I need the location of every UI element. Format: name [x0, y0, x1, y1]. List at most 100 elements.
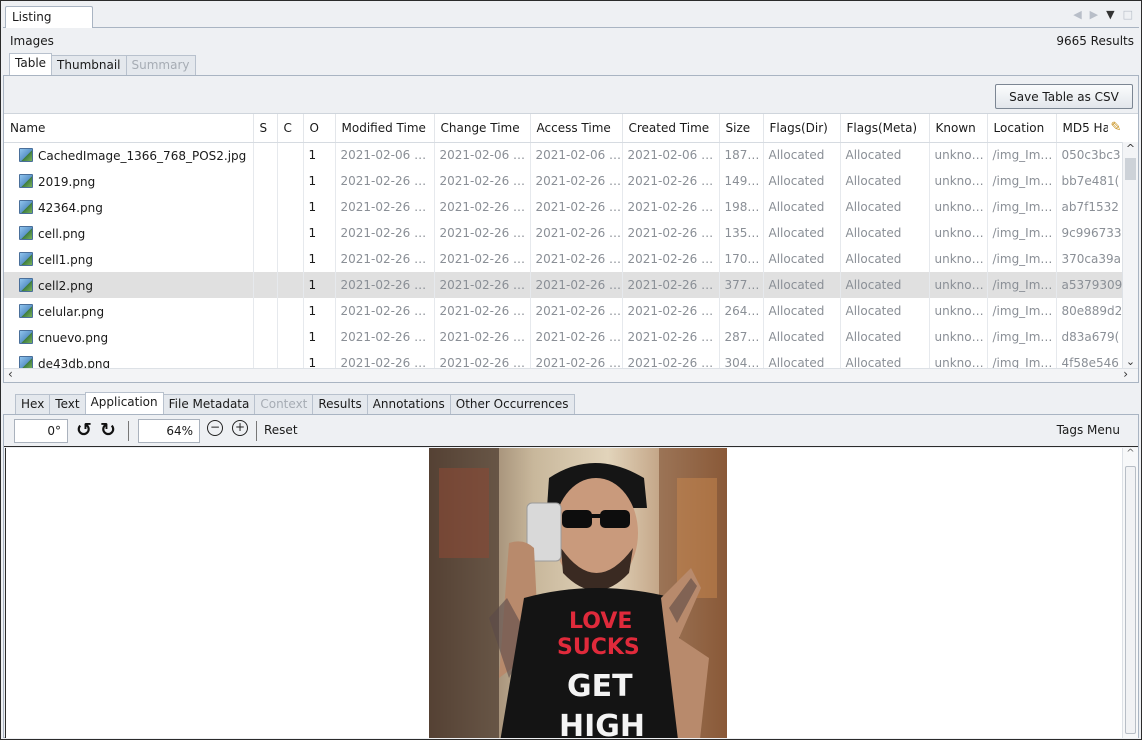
cell-location: /img_Im… [987, 142, 1057, 168]
tab-file-metadata[interactable]: File Metadata [162, 394, 256, 414]
shirt-text-line-3: GET [567, 669, 633, 704]
rotate-left-icon[interactable]: ↺ [76, 419, 92, 441]
window-controls: ◀ ▶ ▼ □ [1073, 8, 1133, 21]
column-chooser-icon[interactable]: ✎ [1108, 114, 1124, 141]
cell-name[interactable]: CachedImage_1366_768_POS2.jpg [4, 142, 254, 168]
cell-name[interactable]: cell.png [4, 220, 254, 246]
table-vertical-scrollbar[interactable]: ^ ⌄ [1122, 142, 1138, 368]
cell-md5-hash: a5379309 [1056, 272, 1124, 298]
zoom-in-icon[interactable]: + [232, 420, 248, 436]
zoom-out-icon[interactable]: − [207, 420, 223, 436]
table-row[interactable]: CachedImage_1366_768_POS2.jpg 1 2021-02-06… [4, 142, 1124, 168]
tab-listing[interactable]: Listing [5, 6, 93, 28]
tab-application[interactable]: Application [84, 392, 164, 414]
scrollbar-thumb[interactable] [1125, 466, 1136, 734]
cell-name[interactable]: cell1.png [4, 246, 254, 272]
scroll-right-icon[interactable]: › [1123, 367, 1128, 381]
tab-results[interactable]: Results [312, 394, 368, 414]
cell-name[interactable]: 2019.png [4, 168, 254, 194]
image-vertical-scrollbar[interactable]: ^ [1122, 448, 1138, 738]
save-table-as-csv-button[interactable]: Save Table as CSV [995, 84, 1133, 109]
cell-known: unknown [929, 246, 988, 272]
cell-created-time: 2021-02-26 1… [622, 168, 720, 194]
cell-size: 26417 [719, 298, 764, 324]
cell-change-time: 2021-02-26 … [434, 324, 531, 350]
tab-hex[interactable]: Hex [15, 394, 51, 414]
cell-s [253, 220, 278, 246]
cell-location: /img_Im… [987, 272, 1057, 298]
back-arrow-icon[interactable]: ◀ [1073, 8, 1081, 21]
table-row[interactable]: de43db.png 1 2021-02-26 1… 2021-02-26 … 2021… [4, 350, 1124, 368]
cell-c [277, 298, 304, 324]
tab-annotations[interactable]: Annotations [366, 394, 451, 414]
tab-text[interactable]: Text [49, 394, 86, 414]
cell-location: /img_Im… [987, 168, 1057, 194]
column-header-s[interactable]: S [253, 114, 278, 143]
cell-flags-dir: Allocated [763, 194, 841, 220]
file-name: 42364.png [38, 200, 103, 215]
cell-name[interactable]: de43db.png [4, 350, 254, 369]
table-row[interactable]: 2019.png 1 2021-02-26 1… 2021-02-26 … 2021-0… [4, 168, 1124, 194]
tab-other-occurrences[interactable]: Other Occurrences [449, 394, 575, 414]
table-horizontal-scrollbar[interactable]: ‹ › [4, 367, 1138, 382]
column-header-name[interactable]: Name [4, 114, 254, 143]
rotate-right-icon[interactable]: ↻ [100, 419, 116, 441]
image-viewer-toolbar: 0° ↺ ↻ 64% − + Reset Tags Menu [4, 415, 1138, 447]
column-header-modified-time[interactable]: Modified Time [335, 114, 435, 143]
results-table-panel: Save Table as CSV Name S C O Modified Ti [3, 75, 1139, 383]
cell-flags-meta: Allocated [840, 324, 930, 350]
cell-s [253, 272, 278, 298]
column-header-location[interactable]: Location [987, 114, 1057, 143]
table-row[interactable]: cell.png 1 2021-02-26 1… 2021-02-26 … 2021-0… [4, 220, 1124, 246]
scroll-up-icon[interactable]: ^ [1123, 142, 1138, 155]
scroll-left-icon[interactable]: ‹ [8, 367, 13, 381]
cell-flags-meta: Allocated [840, 168, 930, 194]
maximize-icon[interactable]: □ [1123, 8, 1133, 21]
scroll-up-icon[interactable]: ^ [1123, 448, 1138, 459]
forward-arrow-icon[interactable]: ▶ [1090, 8, 1098, 21]
tab-thumbnail[interactable]: Thumbnail [51, 55, 127, 75]
cell-access-time: 2021-02-26 … [530, 324, 623, 350]
cell-c [277, 324, 304, 350]
column-header-flags-meta[interactable]: Flags(Meta) [840, 114, 930, 143]
cell-known: unknown [929, 194, 988, 220]
cell-name[interactable]: cnuevo.png [4, 324, 254, 350]
dropdown-icon[interactable]: ▼ [1106, 8, 1114, 21]
image-display-area: LOVE SUCKS GET HIGH [5, 448, 1122, 738]
reset-button[interactable]: Reset [264, 423, 298, 437]
image-file-icon [19, 251, 33, 266]
column-header-known[interactable]: Known [929, 114, 988, 143]
cell-access-time: 2021-02-26 … [530, 246, 623, 272]
table-row[interactable]: 42364.png 1 2021-02-26 1… 2021-02-26 … 2021-… [4, 194, 1124, 220]
scrollbar-thumb[interactable] [1125, 158, 1136, 180]
column-header-created-time[interactable]: Created Time [622, 114, 720, 143]
column-header-size[interactable]: Size [719, 114, 764, 143]
column-header-c[interactable]: C [277, 114, 304, 143]
cell-size: 135… [719, 220, 764, 246]
cell-name[interactable]: celular.png [4, 298, 254, 324]
file-name: de43db.png [38, 356, 111, 369]
column-header-o[interactable]: O [303, 114, 336, 143]
column-header-flags-dir[interactable]: Flags(Dir) [763, 114, 841, 143]
tags-menu-button[interactable]: Tags Menu [1057, 423, 1120, 437]
cell-name[interactable]: cell2.png [4, 272, 254, 298]
cell-change-time: 2021-02-06 … [434, 142, 531, 168]
table-row[interactable]: cell1.png 1 2021-02-26 1… 2021-02-26 … 2021-… [4, 246, 1124, 272]
tab-table[interactable]: Table [9, 53, 53, 75]
cell-s [253, 194, 278, 220]
cell-known: unknown [929, 142, 988, 168]
file-name: cnuevo.png [38, 330, 109, 345]
cell-name[interactable]: 42364.png [4, 194, 254, 220]
table-row[interactable]: cell2.png 1 2021-02-26 1… 2021-02-26 … 2021-… [4, 272, 1124, 298]
cell-modified-time: 2021-02-26 1… [335, 168, 435, 194]
cell-size: 28750 [719, 324, 764, 350]
cell-flags-dir: Allocated [763, 168, 841, 194]
cell-access-time: 2021-02-26 … [530, 168, 623, 194]
table-row[interactable]: celular.png 1 2021-02-26 1… 2021-02-26 … 202… [4, 298, 1124, 324]
cell-size: 187… [719, 142, 764, 168]
column-header-access-time[interactable]: Access Time [530, 114, 623, 143]
cell-known: unknown [929, 298, 988, 324]
table-row[interactable]: cnuevo.png 1 2021-02-26 1… 2021-02-26 … 2021… [4, 324, 1124, 350]
column-header-change-time[interactable]: Change Time [434, 114, 531, 143]
cell-change-time: 2021-02-26 … [434, 272, 531, 298]
